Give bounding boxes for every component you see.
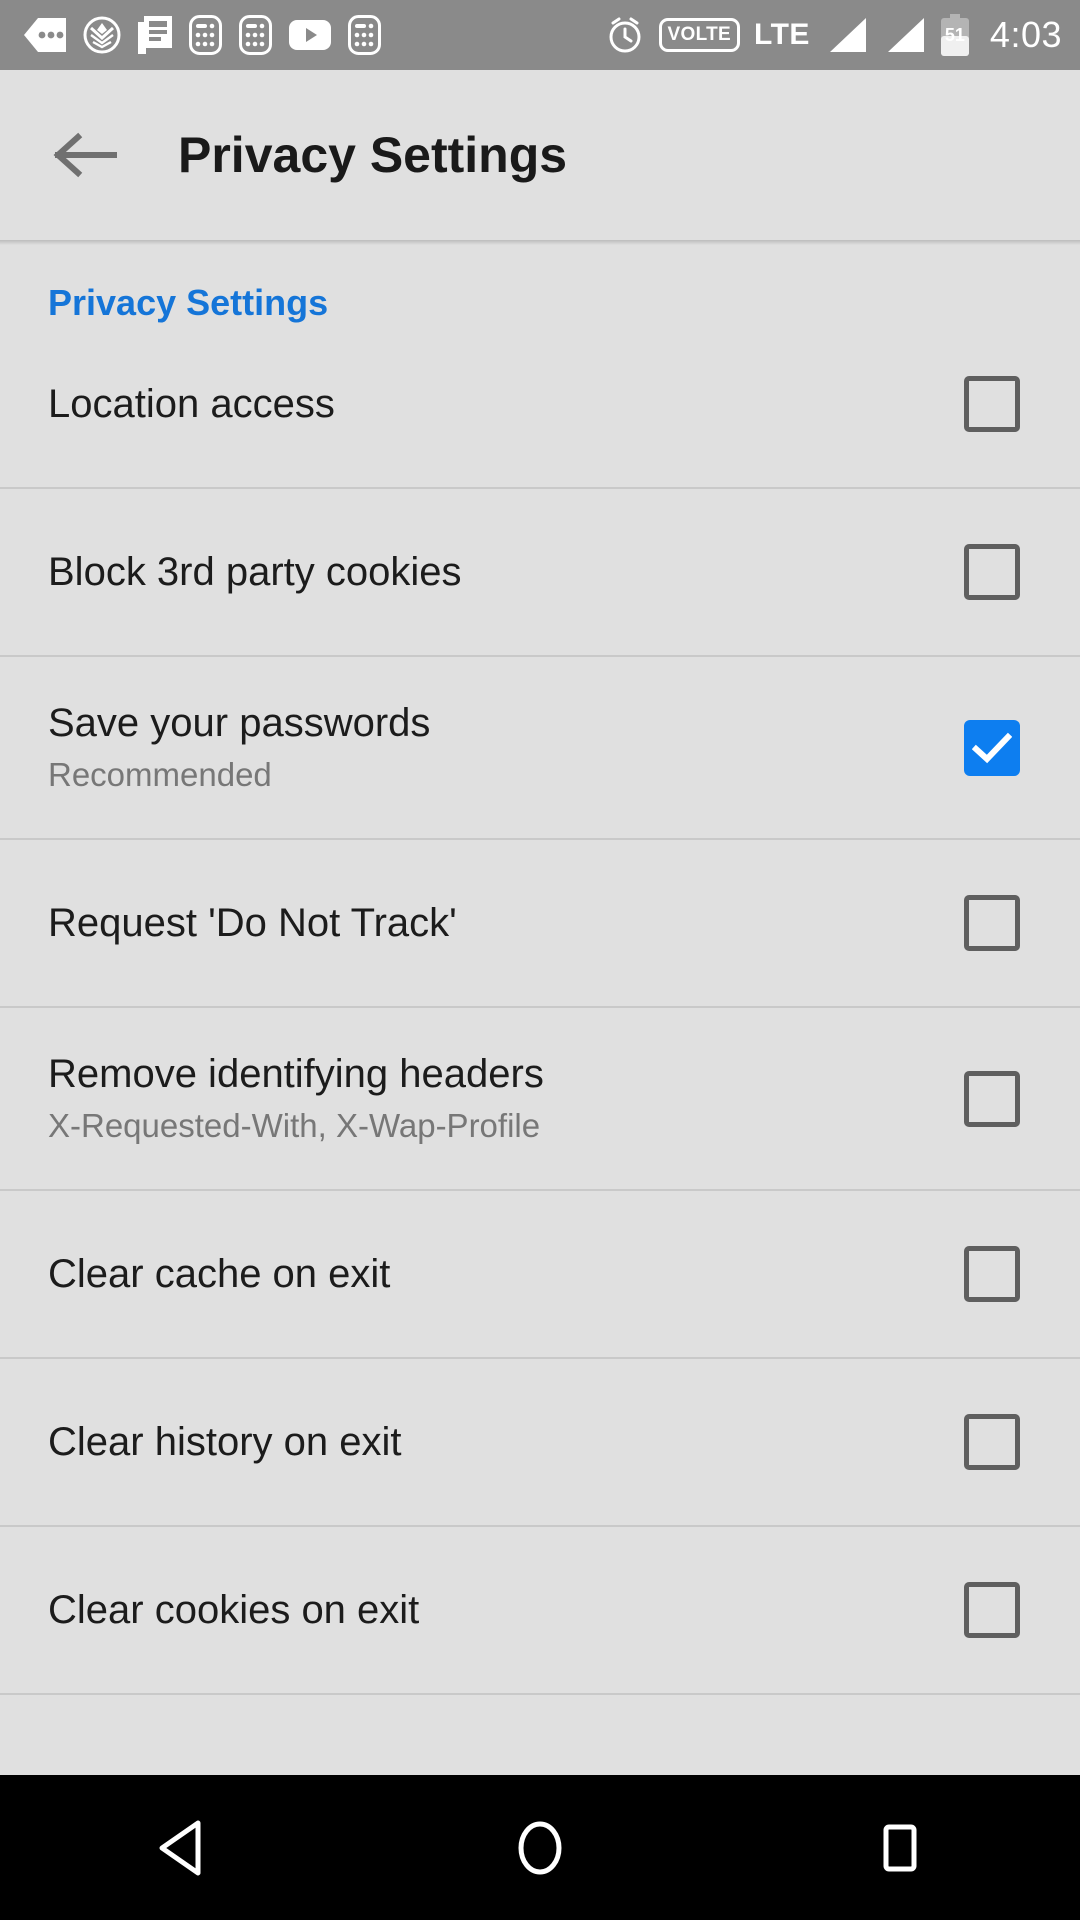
row-divider [0, 1693, 1080, 1695]
checkbox-save-your-passwords[interactable] [964, 719, 1020, 776]
setting-row-location-access[interactable]: Location access [0, 321, 1080, 487]
recents-square-icon [883, 1824, 917, 1871]
setting-subtitle: Recommended [48, 756, 272, 794]
setting-title: Clear cookies on exit [48, 1587, 420, 1632]
volte-badge-icon: VOLTE [658, 18, 740, 52]
status-bar-notification-icons [24, 15, 381, 55]
calculator-icon [189, 15, 222, 55]
status-bar-system-icons: VOLTE LTE 51 4:03 [605, 14, 1062, 56]
setting-title: Save your passwords [48, 700, 431, 745]
signal-bars-icon [887, 18, 924, 52]
battery-level-label: 51 [944, 25, 965, 45]
lte-label: LTE [753, 18, 810, 51]
back-triangle-icon [159, 1820, 201, 1875]
row-text-block: Clear cache on exit [48, 1252, 964, 1297]
status-bar-clock: 4:03 [989, 14, 1062, 55]
row-text-block: Request 'Do Not Track' [48, 901, 964, 946]
news-article-icon [138, 16, 172, 54]
back-button[interactable] [30, 130, 140, 180]
row-text-block: Location access [48, 382, 964, 427]
status-bar: VOLTE LTE 51 4:03 [0, 0, 1080, 70]
home-circle-icon [518, 1821, 562, 1874]
setting-row-clear-history-on-exit[interactable]: Clear history on exit [0, 1359, 1080, 1525]
row-text-block: Clear cookies on exit [48, 1588, 964, 1633]
nav-home-button[interactable] [360, 1819, 720, 1877]
setting-title: Remove identifying headers [48, 1051, 544, 1096]
setting-row-request-do-not-track[interactable]: Request 'Do Not Track' [0, 840, 1080, 1006]
checkbox-clear-cookies-on-exit[interactable] [964, 1582, 1020, 1638]
calculator-icon [239, 15, 272, 55]
section-header-privacy: Privacy Settings [48, 282, 329, 323]
checkbox-block-3rd-party-cookies[interactable] [964, 544, 1020, 600]
setting-row-remove-identifying-headers[interactable]: Remove identifying headers X-Requested-W… [0, 1008, 1080, 1189]
setting-title: Request 'Do Not Track' [48, 900, 457, 945]
row-text-block: Clear history on exit [48, 1420, 964, 1465]
calculator-icon [348, 15, 381, 55]
row-text-block: Save your passwords Recommended [48, 701, 964, 795]
alarm-clock-icon [609, 17, 641, 53]
setting-row-block-3rd-party-cookies[interactable]: Block 3rd party cookies [0, 489, 1080, 655]
checkbox-clear-history-on-exit[interactable] [964, 1414, 1020, 1470]
checkbox-request-do-not-track[interactable] [964, 895, 1020, 951]
shield-badge-icon [83, 16, 121, 54]
setting-row-save-your-passwords[interactable]: Save your passwords Recommended [0, 657, 1080, 838]
sim-dots-icon [24, 18, 66, 52]
checkbox-remove-identifying-headers[interactable] [964, 1070, 1020, 1127]
setting-title: Clear history on exit [48, 1419, 402, 1464]
setting-subtitle: X-Requested-With, X-Wap-Profile [48, 1107, 541, 1145]
checkmark-icon [972, 732, 1012, 763]
phone-screen: VOLTE LTE 51 4:03 Privacy Settings Priva… [0, 0, 1080, 1920]
battery-icon: 51 [940, 14, 970, 56]
setting-row-clear-cache-on-exit[interactable]: Clear cache on exit [0, 1191, 1080, 1357]
setting-title: Location access [48, 381, 335, 426]
checkbox-location-access[interactable] [964, 376, 1020, 432]
signal-bars-icon [829, 18, 866, 52]
android-navigation-bar [0, 1775, 1080, 1920]
settings-list: Privacy Settings Location access Block 3… [0, 245, 1080, 1775]
checkbox-clear-cache-on-exit[interactable] [964, 1246, 1020, 1302]
row-text-block: Remove identifying headers X-Requested-W… [48, 1052, 964, 1146]
row-text-block: Block 3rd party cookies [48, 550, 964, 595]
setting-row-clear-cookies-on-exit[interactable]: Clear cookies on exit [0, 1527, 1080, 1693]
youtube-play-icon [289, 20, 331, 50]
setting-title: Clear cache on exit [48, 1251, 391, 1296]
nav-back-button[interactable] [0, 1819, 360, 1877]
back-arrow-icon [53, 132, 117, 178]
page-title: Privacy Settings [178, 127, 568, 183]
nav-recents-button[interactable] [720, 1819, 1080, 1877]
app-bar: Privacy Settings [0, 70, 1080, 240]
setting-title: Block 3rd party cookies [48, 549, 462, 594]
